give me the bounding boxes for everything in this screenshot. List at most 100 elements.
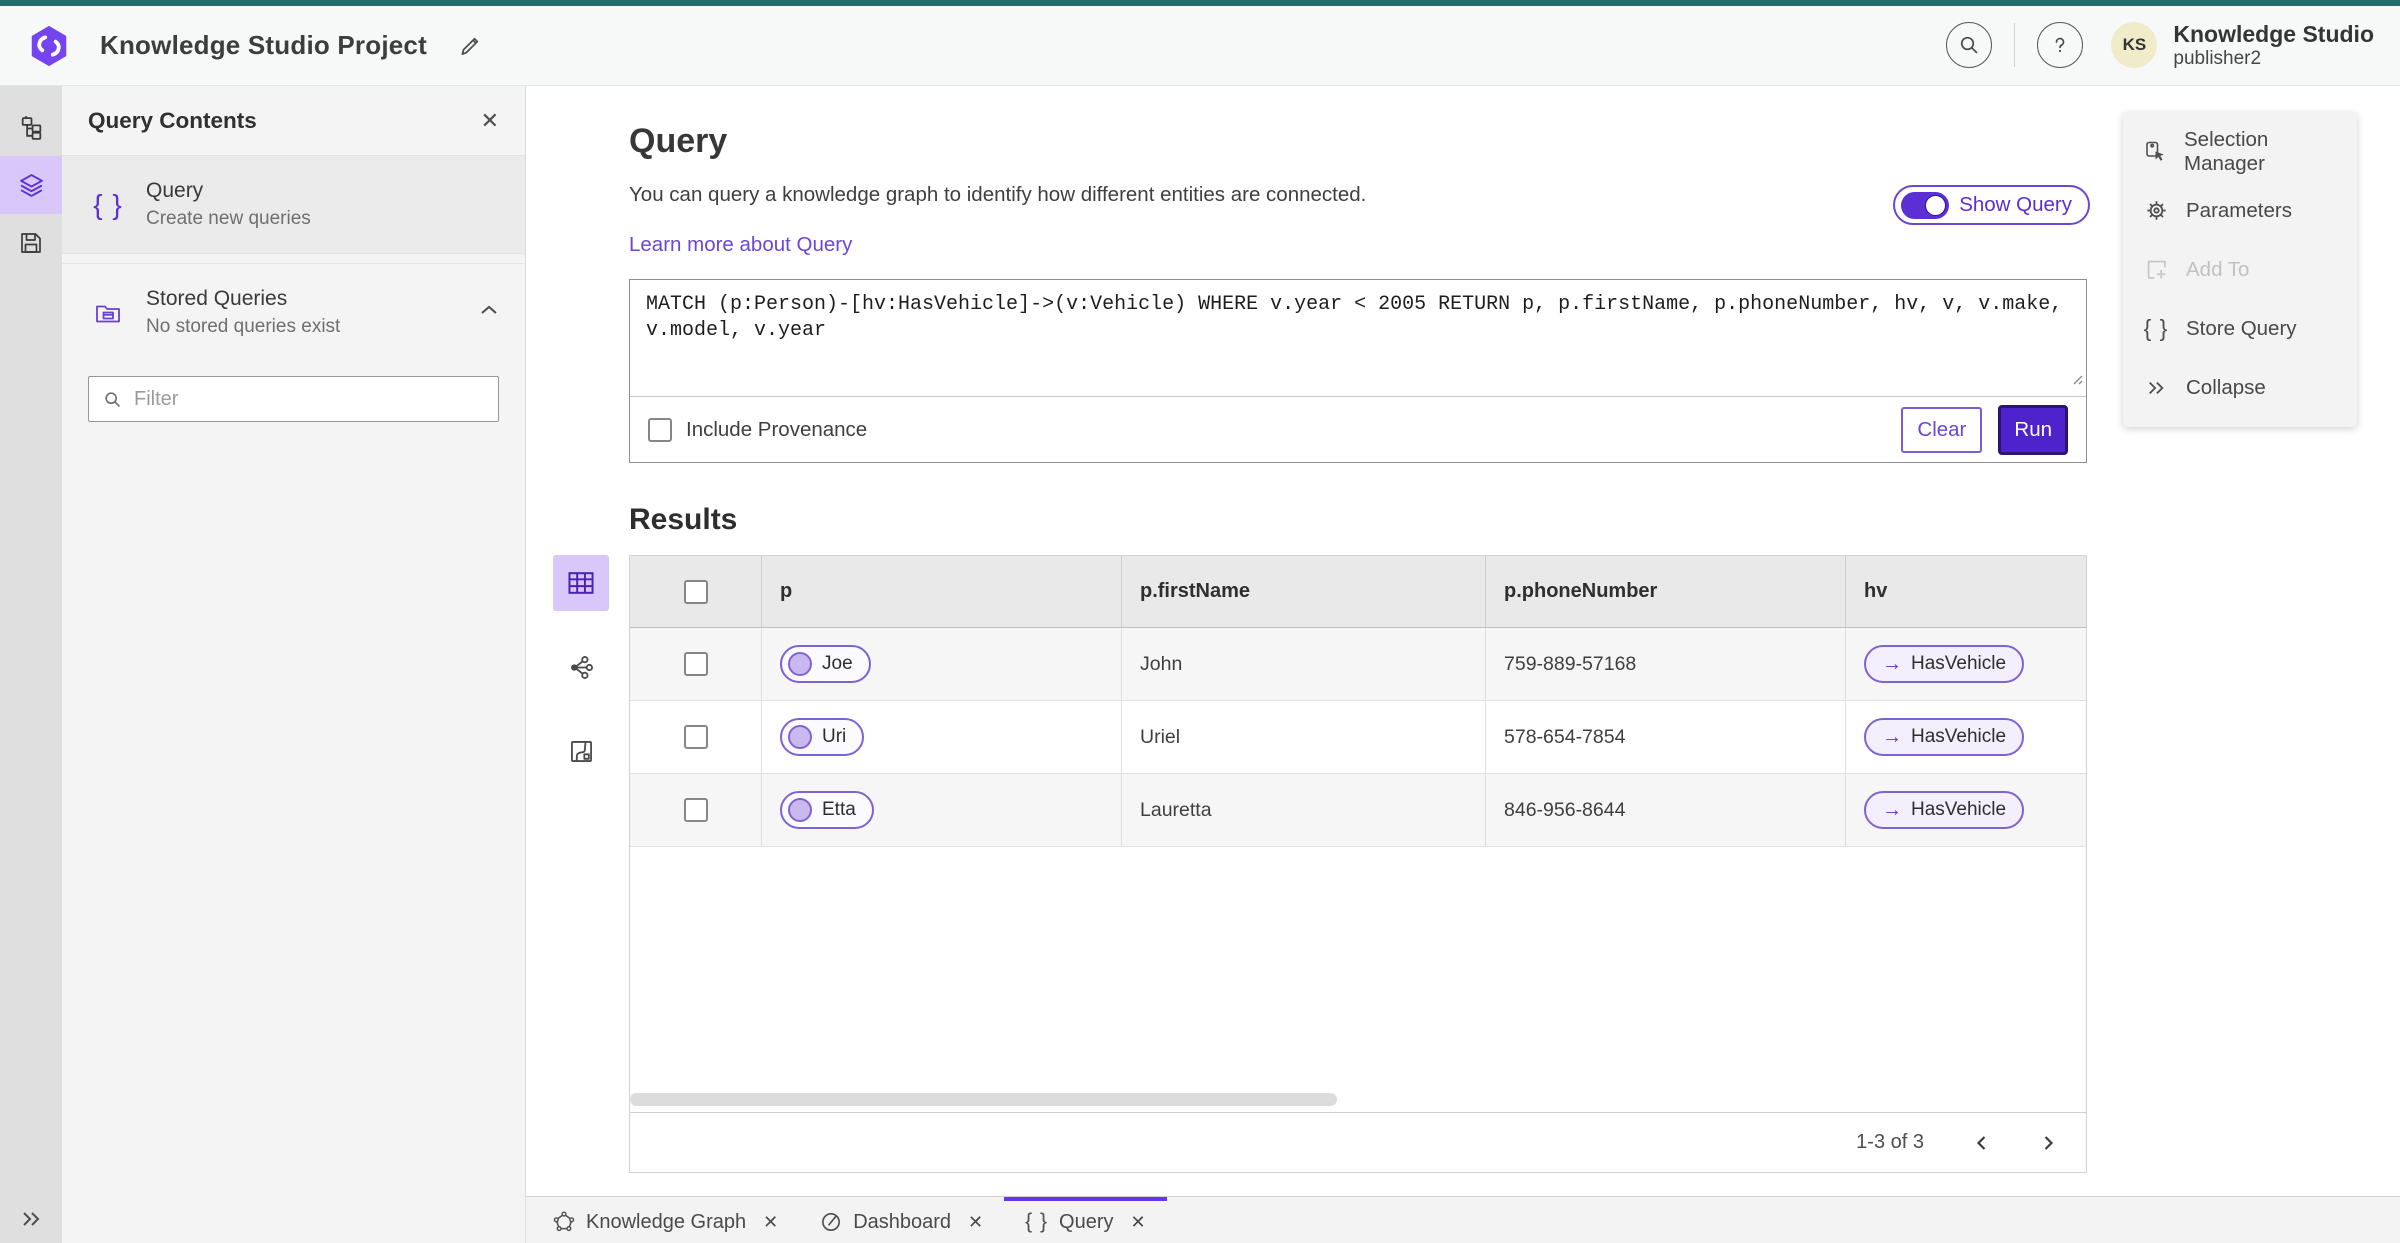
selection-manager-icon [2143, 140, 2167, 164]
filter-field [88, 376, 499, 422]
table-row: Uri Uriel 578-654-7854 → HasVehicle [630, 701, 2086, 774]
show-query-label: Show Query [1959, 193, 2072, 216]
menu-item-label: Selection Manager [2184, 127, 2269, 175]
query-contents-panel: Query Contents ✕ { } Query Create new qu… [62, 86, 526, 1243]
column-header: p.firstName [1122, 556, 1486, 627]
row-checkbox[interactable] [683, 798, 708, 822]
query-editor-card: MATCH (p:Person)-[hv:HasVehicle]->(v:Veh… [629, 279, 2087, 463]
graph-icon [570, 655, 593, 679]
help-button[interactable] [2037, 22, 2084, 69]
node-badge[interactable]: Etta [780, 791, 874, 829]
menu-item-label: Parameters [2186, 198, 2292, 222]
table-row: Etta Lauretta 846-956-8644 → HasVehicle [630, 774, 2086, 847]
row-checkbox[interactable] [683, 725, 708, 749]
map-icon [570, 740, 592, 762]
tab-query[interactable]: { } Query ✕ [1004, 1197, 1167, 1243]
node-badge[interactable]: Joe [780, 645, 871, 683]
node-badge[interactable]: Uri [780, 718, 865, 756]
edge-badge[interactable]: → HasVehicle [1864, 645, 2025, 683]
menu-item-parameters[interactable]: Parameters [2123, 181, 2357, 240]
help-icon [2056, 38, 2065, 53]
left-icon-rail [0, 86, 62, 1243]
double-chevron-right-icon [2143, 379, 2169, 397]
run-button[interactable]: Run [1998, 404, 2068, 455]
toggle-knob [1925, 194, 1947, 216]
pencil-icon [461, 37, 479, 55]
hierarchy-icon [21, 115, 41, 140]
table-icon [568, 572, 594, 594]
row-checkbox[interactable] [683, 652, 708, 676]
panel-close-icon[interactable]: ✕ [481, 109, 499, 132]
query-actions-menu: Selection Manager Parameters Add To {} … [2123, 112, 2357, 427]
tab-knowledge-graph[interactable]: Knowledge Graph ✕ [532, 1197, 799, 1243]
cell-firstname: John [1140, 652, 1183, 675]
edit-title-button[interactable] [457, 33, 483, 59]
close-icon[interactable]: ✕ [1130, 1213, 1145, 1231]
search-button[interactable] [1946, 22, 1993, 69]
menu-item-store-query[interactable]: { } Store Query [2123, 299, 2357, 358]
column-header: p.phoneNumber [1486, 556, 1846, 627]
cell-phone: 578-654-7854 [1504, 725, 1626, 748]
cell-phone: 759-889-57168 [1504, 652, 1637, 675]
node-dot-icon [788, 652, 812, 676]
toggle-track [1901, 191, 1950, 219]
select-all-checkbox[interactable] [683, 579, 708, 604]
save-icon [21, 233, 41, 253]
arrow-right-icon: → [1882, 726, 1902, 748]
chevron-up-icon[interactable] [479, 303, 499, 322]
panel-divider [62, 254, 525, 264]
search-icon [105, 391, 120, 407]
menu-item-add-to[interactable]: Add To [2123, 240, 2357, 299]
results-title: Results [629, 503, 738, 536]
show-query-toggle[interactable]: Show Query [1893, 185, 2090, 225]
tab-label: Knowledge Graph [586, 1210, 747, 1233]
arrow-right-icon: → [1882, 653, 1902, 675]
panel-item-query[interactable]: { } Query Create new queries [62, 156, 525, 254]
table-empty-area [630, 847, 2086, 1112]
results-table: p p.firstName p.phoneNumber hv Joe John … [629, 555, 2087, 1173]
page-title: Knowledge Studio Project [100, 30, 427, 60]
panel-item-description: Create new queries [146, 208, 311, 229]
clear-button[interactable]: Clear [1901, 406, 1983, 453]
topbar-divider [2014, 23, 2016, 68]
menu-item-label: Collapse [2186, 375, 2266, 399]
avatar[interactable]: KS [2111, 22, 2158, 69]
node-dot-icon [788, 725, 812, 749]
include-provenance-checkbox[interactable] [648, 417, 672, 442]
horizontal-scrollbar-thumb[interactable] [630, 1093, 1337, 1106]
table-header-row: p p.firstName p.phoneNumber hv [630, 556, 2086, 628]
layers-icon [19, 173, 43, 197]
cell-firstname: Lauretta [1140, 798, 1212, 821]
resize-handle-icon[interactable] [2070, 368, 2083, 394]
folder-icon [88, 299, 128, 325]
edge-badge[interactable]: → HasVehicle [1864, 791, 2025, 829]
panel-item-stored-queries[interactable]: Stored Queries No stored queries exist [62, 264, 525, 360]
table-pagination: 1-3 of 3 [630, 1112, 2086, 1172]
rail-expand-button[interactable] [0, 1209, 62, 1229]
rail-save-button[interactable] [0, 214, 62, 272]
table-view-button[interactable] [553, 555, 609, 611]
pagination-next-button[interactable] [2038, 1133, 2058, 1153]
learn-more-link[interactable]: Learn more about Query [629, 233, 852, 257]
arrow-right-icon: → [1882, 799, 1902, 821]
rail-schema-button[interactable] [0, 98, 62, 156]
close-icon[interactable]: ✕ [763, 1213, 778, 1231]
map-view-button[interactable] [553, 723, 609, 779]
graph-view-button[interactable] [553, 639, 609, 695]
table-row: Joe John 759-889-57168 → HasVehicle [630, 628, 2086, 701]
query-textarea[interactable]: MATCH (p:Person)-[hv:HasVehicle]->(v:Veh… [630, 280, 2086, 396]
rail-layers-button[interactable] [0, 156, 62, 214]
tab-dashboard[interactable]: Dashboard ✕ [799, 1197, 1004, 1243]
app-logo-icon [31, 25, 67, 66]
dashboard-icon [820, 1211, 842, 1233]
panel-item-description: No stored queries exist [146, 315, 341, 337]
filter-input[interactable] [134, 387, 484, 411]
braces-icon: { } [93, 188, 123, 220]
pagination-prev-button[interactable] [1972, 1133, 1992, 1153]
braces-icon: { } [1025, 1210, 1049, 1233]
gear-icon [2143, 199, 2169, 222]
close-icon[interactable]: ✕ [968, 1213, 983, 1231]
menu-item-collapse[interactable]: Collapse [2123, 358, 2357, 417]
edge-badge[interactable]: → HasVehicle [1864, 718, 2025, 756]
menu-item-selection-manager[interactable]: Selection Manager [2123, 122, 2357, 181]
